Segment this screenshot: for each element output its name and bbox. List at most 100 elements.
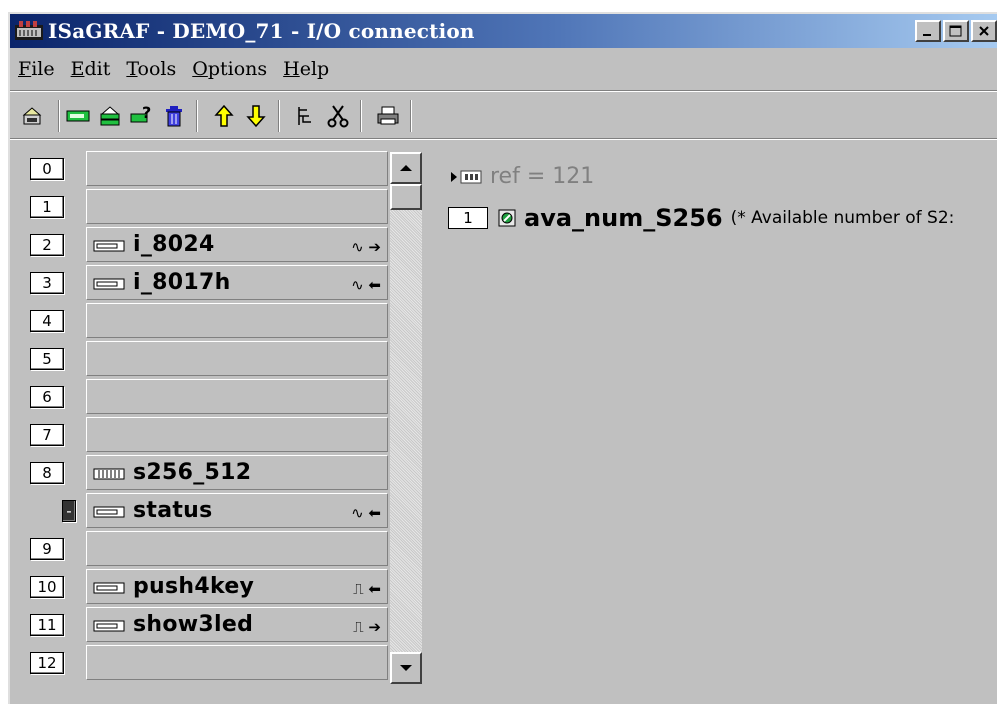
app-window: ISaGRAF - DEMO_71 - I/O connection File … (8, 12, 997, 704)
slot-row[interactable]: 2 i_8024 ∿ ➔ (18, 226, 398, 264)
slot-label: i_8024 (133, 232, 215, 257)
minimize-button[interactable] (915, 20, 941, 42)
equipment-ref-icon (460, 170, 482, 183)
slot-number: - (62, 500, 76, 522)
scroll-down-icon (400, 665, 412, 671)
toolbar-separator (196, 100, 198, 132)
close-button[interactable] (971, 20, 997, 42)
menu-options[interactable]: Options (186, 58, 273, 80)
toolbar-separator (58, 100, 60, 132)
print-icon (377, 106, 399, 125)
menu-options-mnemonic: O (192, 58, 208, 80)
move-down-button[interactable] (242, 102, 270, 130)
slot-row[interactable]: 1 (18, 188, 398, 226)
slot-cell[interactable] (86, 379, 388, 414)
slot-row[interactable]: 5 (18, 340, 398, 378)
title-bar[interactable]: ISaGRAF - DEMO_71 - I/O connection (10, 14, 997, 48)
scroll-up-button[interactable] (390, 152, 422, 184)
variable-type-icon (498, 209, 516, 227)
board-icon (93, 506, 125, 518)
ref-line[interactable]: ref = 121 (450, 164, 594, 189)
slot-row[interactable]: 6 (18, 378, 398, 416)
slot-number: 10 (30, 576, 64, 598)
slot-row[interactable]: 10 push4key ⎍ ⬅ (18, 568, 398, 606)
set-virtual-icon (298, 107, 311, 125)
cut-button[interactable] (324, 102, 352, 130)
menu-file-mnemonic: F (18, 58, 32, 80)
vertical-scrollbar[interactable] (390, 152, 422, 684)
slot-label: status (133, 498, 213, 523)
move-up-button[interactable] (210, 102, 238, 130)
digital-output-icon: ⎍ ➔ (353, 618, 381, 636)
slot-row[interactable]: 9 (18, 530, 398, 568)
slot-cell[interactable] (86, 303, 388, 338)
slot-row[interactable]: 11 show3led ⎍ ➔ (18, 606, 398, 644)
menu-help-mnemonic: H (283, 58, 300, 80)
equipment-icon (93, 468, 125, 480)
ref-value: ref = 121 (490, 164, 595, 189)
window-title: ISaGRAF - DEMO_71 - I/O connection (48, 19, 475, 43)
slot-label: show3led (133, 612, 254, 637)
slot-row[interactable]: 3 i_8017h ∿ ⬅ (18, 264, 398, 302)
slot-number: 4 (30, 310, 64, 332)
slot-cell[interactable]: s256_512 (86, 455, 388, 490)
isagraf-app-icon (15, 21, 43, 40)
slot-number: 11 (30, 614, 64, 636)
print-button[interactable] (374, 102, 402, 130)
board-help-button[interactable]: ? (128, 102, 156, 130)
maximize-button[interactable] (943, 20, 969, 42)
maximize-icon (949, 25, 962, 37)
slot-cell[interactable] (86, 417, 388, 452)
slot-row[interactable]: 12 (18, 644, 398, 682)
digital-input-icon: ⎍ ⬅ (353, 580, 381, 598)
board-icon (66, 110, 90, 122)
variable-row[interactable]: 1 ava_num_S256 (* Available number of S2… (448, 204, 954, 232)
board-help-icon: ? (130, 104, 151, 123)
slot-row[interactable]: 0 (18, 150, 398, 188)
slot-cell[interactable] (86, 645, 388, 680)
menu-tools[interactable]: Tools (120, 58, 182, 80)
slot-number: 9 (30, 538, 64, 560)
scroll-thumb[interactable] (390, 184, 422, 210)
menu-file[interactable]: File (10, 58, 61, 80)
menu-separator (10, 90, 997, 92)
svg-text:?: ? (142, 104, 151, 122)
slot-label: s256_512 (133, 460, 252, 485)
slot-cell[interactable] (86, 151, 388, 186)
move-up-icon (214, 104, 234, 127)
slot-cell[interactable]: i_8024 ∿ ➔ (86, 227, 388, 262)
toolbar: ? (10, 96, 997, 136)
toolbar-separator (278, 100, 280, 132)
board-params-button[interactable] (96, 102, 124, 130)
menu-help[interactable]: Help (277, 58, 335, 80)
slot-cell[interactable]: i_8017h ∿ ⬅ (86, 265, 388, 300)
set-virtual-button[interactable] (292, 102, 320, 130)
slot-row[interactable]: - status ∿ ⬅ (18, 492, 398, 530)
menu-edit[interactable]: Edit (65, 58, 117, 80)
slot-number: 3 (30, 272, 64, 294)
slot-cell[interactable]: status ∿ ⬅ (86, 493, 388, 528)
analog-output-icon: ∿ ➔ (351, 238, 381, 256)
cut-icon (327, 105, 349, 128)
variable-index: 1 (448, 207, 488, 229)
slot-row[interactable]: 7 (18, 416, 398, 454)
board-icon (93, 620, 125, 632)
delete-button[interactable] (160, 102, 188, 130)
board-button[interactable] (64, 102, 92, 130)
slot-cell[interactable] (86, 531, 388, 566)
slot-cell[interactable]: push4key ⎍ ⬅ (86, 569, 388, 604)
analog-input-icon: ∿ ⬅ (351, 276, 381, 294)
menu-file-label: ile (31, 58, 55, 80)
slot-row[interactable]: 8 s256_512 (18, 454, 398, 492)
slot-cell[interactable] (86, 341, 388, 376)
open-board-button[interactable] (18, 102, 46, 130)
slot-cell[interactable]: show3led ⎍ ➔ (86, 607, 388, 642)
scroll-up-icon (400, 165, 412, 171)
scroll-down-button[interactable] (390, 652, 422, 684)
board-icon (93, 240, 125, 252)
slot-number: 5 (30, 348, 64, 370)
slot-cell[interactable] (86, 189, 388, 224)
slot-row[interactable]: 4 (18, 302, 398, 340)
menu-help-label: elp (299, 58, 330, 80)
minimize-icon (923, 34, 931, 36)
